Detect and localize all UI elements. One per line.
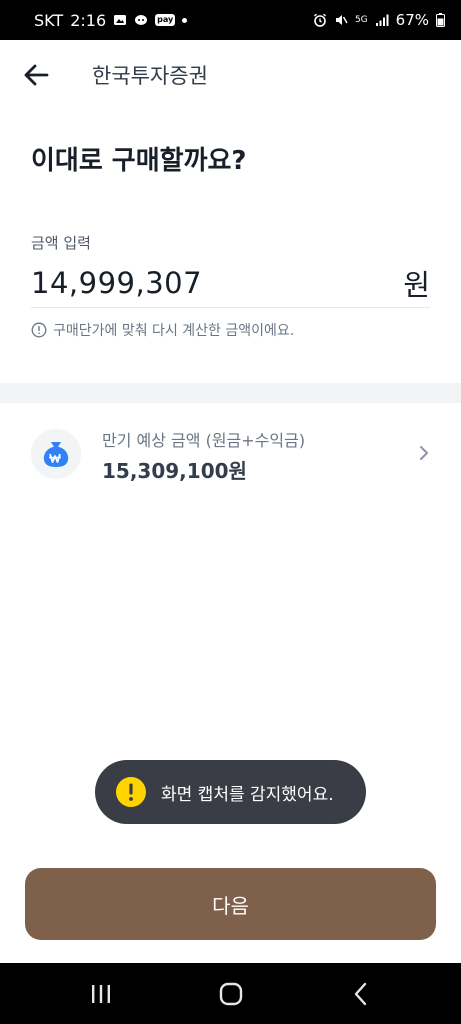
status-left: SKT 2:16 pay xyxy=(34,10,188,30)
mute-icon xyxy=(335,15,348,25)
back-nav-icon[interactable] xyxy=(347,981,375,1007)
alarm-icon xyxy=(313,13,326,27)
pay-badge: pay xyxy=(155,14,176,26)
amount-input[interactable]: 14,999,307 원 xyxy=(31,258,430,308)
maturity-value: 15,309,100원 xyxy=(102,459,247,483)
notice-text: 구매단가에 맞춰 다시 계산한 금액이에요. xyxy=(53,323,295,339)
network-5g-badge: 5G xyxy=(354,14,368,25)
maturity-icon-circle xyxy=(31,429,81,479)
warning-icon xyxy=(116,777,146,807)
network-type-label: 5G xyxy=(354,14,368,25)
chat-bubble-icon xyxy=(135,15,148,25)
system-nav-bar xyxy=(0,963,461,1024)
status-bar: SKT 2:16 pay 5G 67% xyxy=(0,0,461,40)
recalc-notice: 구매단가에 맞춰 다시 계산한 금액이에요. xyxy=(31,320,294,340)
gallery-icon xyxy=(114,15,127,25)
carrier-label: SKT xyxy=(34,10,64,30)
next-button[interactable]: 다음 xyxy=(25,868,436,940)
money-bag-won-icon xyxy=(43,442,69,467)
battery-icon xyxy=(436,13,445,27)
section-divider xyxy=(0,383,461,403)
home-icon[interactable] xyxy=(217,981,245,1007)
page-title: 이대로 구매할까요? xyxy=(31,146,247,176)
recent-apps-icon[interactable] xyxy=(87,981,115,1007)
amount-label: 금액 입력 xyxy=(31,234,91,252)
maturity-amount-row[interactable]: 만기 예상 금액 (원금+수익금) 15,309,100원 xyxy=(0,415,461,495)
header-title: 한국투자증권 xyxy=(92,64,208,88)
back-button[interactable] xyxy=(16,57,56,93)
app-header: 한국투자증권 xyxy=(0,40,461,110)
amount-unit: 원 xyxy=(403,267,430,302)
arrow-left-icon xyxy=(24,64,49,86)
status-right: 5G 67% xyxy=(313,11,445,29)
notification-dot-icon xyxy=(182,17,188,23)
chevron-right-icon xyxy=(420,446,428,460)
battery-percent: 67% xyxy=(395,11,429,29)
next-button-label: 다음 xyxy=(212,893,249,918)
capture-toast: 화면 캡처를 감지했어요. xyxy=(95,760,366,824)
clock: 2:16 xyxy=(70,10,107,30)
signal-icon xyxy=(375,14,389,26)
amount-value: 14,999,307 xyxy=(31,265,203,300)
maturity-label: 만기 예상 금액 (원금+수익금) xyxy=(102,431,306,450)
toast-text: 화면 캡처를 감지했어요. xyxy=(161,784,334,805)
info-circle-icon xyxy=(31,322,47,338)
